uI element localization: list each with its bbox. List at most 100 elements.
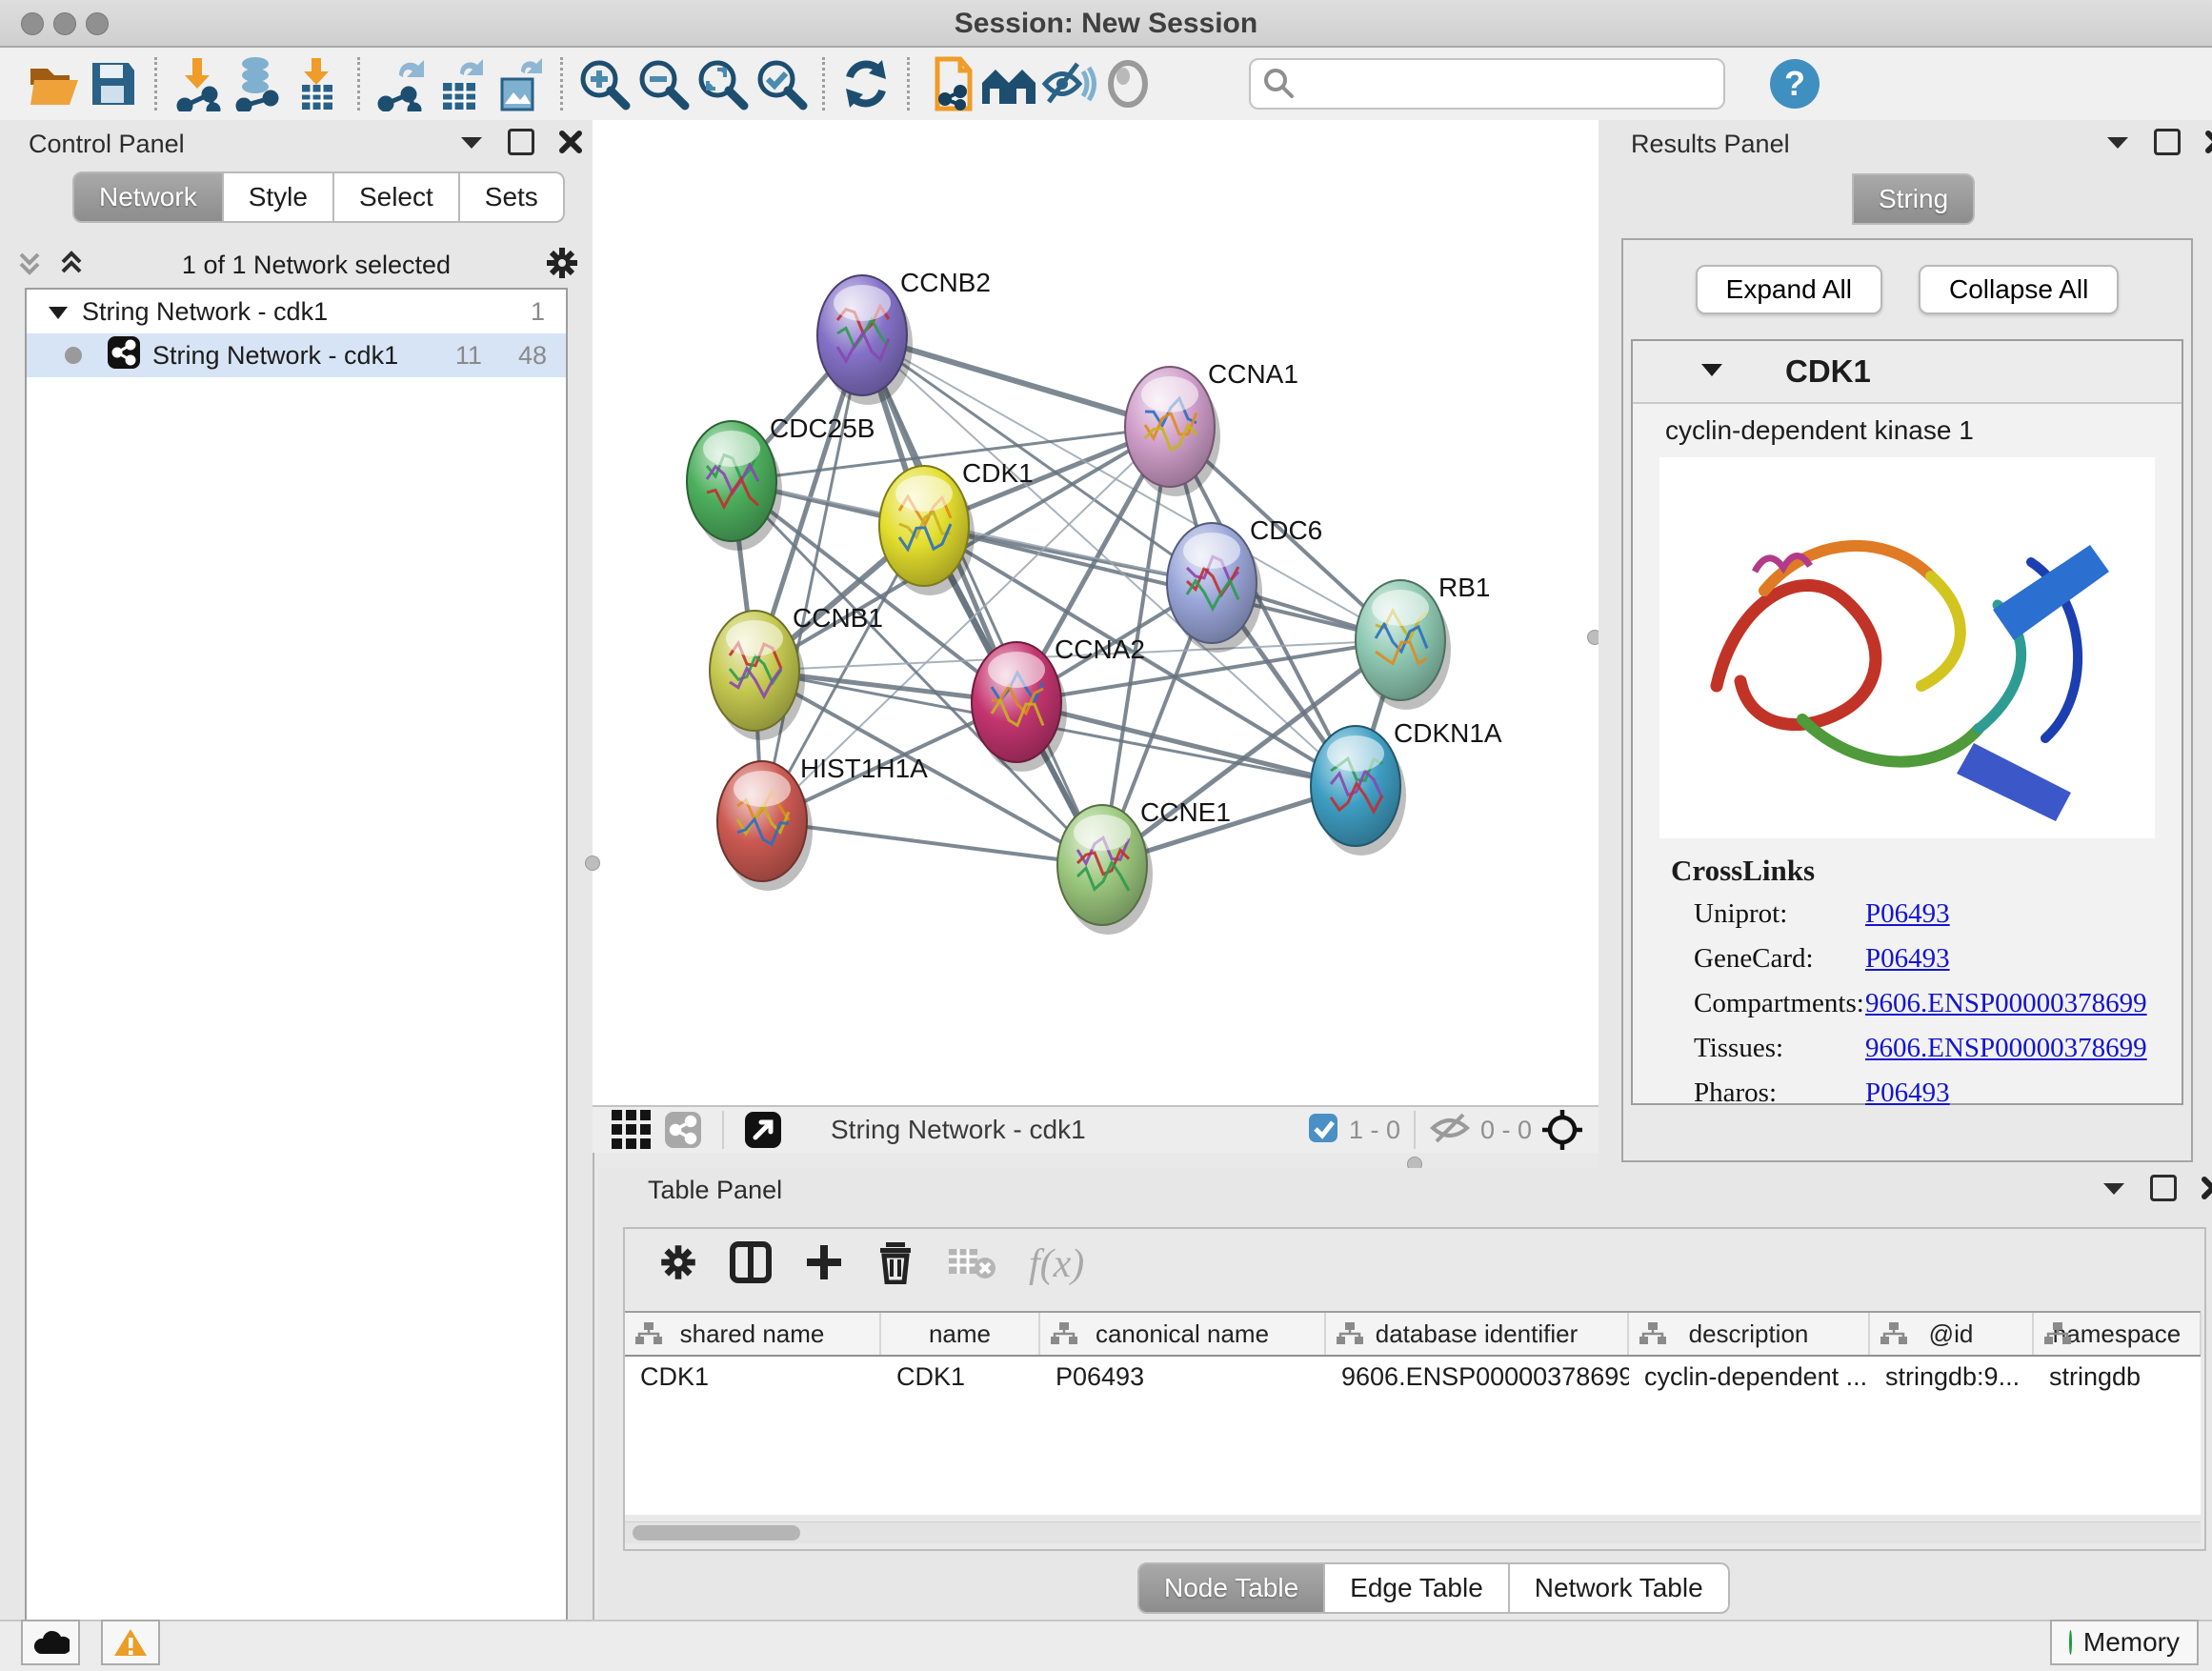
- table-cell[interactable]: stringdb:9...: [1870, 1357, 2034, 1397]
- network-edge[interactable]: [762, 821, 1102, 865]
- table-cell[interactable]: P06493: [1040, 1357, 1326, 1397]
- tab-network-table[interactable]: Network Table: [1510, 1562, 1730, 1614]
- selected-checkbox-icon[interactable]: [1307, 1112, 1339, 1149]
- tab-edge-table[interactable]: Edge Table: [1325, 1562, 1510, 1614]
- expand-all-networks-icon[interactable]: [55, 247, 88, 284]
- table-cell[interactable]: cyclin-dependent ...: [1629, 1357, 1870, 1397]
- table-cell[interactable]: 9606.ENSP00000378699: [1326, 1357, 1629, 1397]
- tab-sets[interactable]: Sets: [460, 171, 565, 223]
- network-share-icon[interactable]: [657, 1101, 709, 1158]
- show-graphics-icon[interactable]: [1098, 55, 1157, 112]
- column-header-namespace[interactable]: namespace: [2034, 1313, 2202, 1355]
- birds-eye-view-icon[interactable]: [1532, 1101, 1593, 1158]
- zoom-in-icon[interactable]: [574, 55, 633, 112]
- zoom-out-icon[interactable]: [633, 55, 693, 112]
- column-header--id[interactable]: @id: [1870, 1313, 2034, 1355]
- network-edge[interactable]: [762, 335, 862, 821]
- column-header-name[interactable]: name: [881, 1313, 1040, 1355]
- memory-button[interactable]: Memory: [2050, 1620, 2199, 1665]
- column-header-database-identifier[interactable]: database identifier: [1326, 1313, 1629, 1355]
- crosslink-link[interactable]: P06493: [1865, 1077, 1950, 1109]
- network-node-rb1[interactable]: RB1: [1356, 573, 1490, 710]
- float-table-panel-icon[interactable]: [2100, 1174, 2128, 1202]
- crosslink-link[interactable]: 9606.ENSP00000378699: [1865, 988, 2147, 1019]
- network-row[interactable]: String Network - cdk1 11 48: [27, 333, 566, 377]
- table-cell[interactable]: CDK1: [881, 1357, 1040, 1397]
- collapse-all-networks-icon[interactable]: [13, 247, 46, 284]
- table-horizontal-scrollbar[interactable]: [625, 1521, 2201, 1543]
- table-row[interactable]: CDK1CDK1P064939606.ENSP00000378699cyclin…: [625, 1357, 2201, 1397]
- search-input[interactable]: [1298, 69, 1702, 100]
- open-in-window-icon[interactable]: [737, 1101, 789, 1158]
- network-node-hist1h1a[interactable]: HIST1H1A: [717, 754, 928, 891]
- network-node-ccnb2[interactable]: CCNB2: [817, 268, 991, 405]
- column-header-shared-name[interactable]: shared name: [625, 1313, 881, 1355]
- search-field[interactable]: [1249, 58, 1725, 110]
- import-database-icon[interactable]: [228, 55, 287, 112]
- export-table-icon[interactable]: [431, 55, 490, 112]
- node-label-cdk1: CDK1: [962, 458, 1034, 488]
- network-edge[interactable]: [862, 335, 1102, 865]
- grid-view-icon[interactable]: [606, 1101, 657, 1158]
- function-builder-icon[interactable]: f(x): [1029, 1241, 1084, 1287]
- network-node-ccne1[interactable]: CCNE1: [1057, 797, 1231, 935]
- close-panel-icon[interactable]: [556, 128, 585, 156]
- collection-expand-icon[interactable]: [48, 297, 69, 327]
- import-table-icon[interactable]: [287, 55, 346, 112]
- expand-all-button[interactable]: Expand All: [1696, 265, 1882, 314]
- float-panel-icon[interactable]: [457, 128, 486, 156]
- maximize-table-panel-icon[interactable]: [2149, 1174, 2178, 1202]
- close-table-panel-icon[interactable]: [2199, 1174, 2212, 1202]
- table-cell[interactable]: CDK1: [625, 1357, 881, 1397]
- string-import-icon[interactable]: [921, 55, 980, 112]
- tab-string-results[interactable]: String: [1852, 173, 1975, 225]
- network-edge[interactable]: [924, 526, 1400, 640]
- export-image-icon[interactable]: [490, 55, 549, 112]
- network-node-cdc25b[interactable]: CDC25B: [687, 413, 875, 551]
- zoom-fit-icon[interactable]: [693, 55, 752, 112]
- tab-network[interactable]: Network: [72, 171, 224, 223]
- import-network-icon[interactable]: [169, 55, 228, 112]
- gene-expand-icon[interactable]: [1699, 361, 1724, 383]
- network-node-ccna1[interactable]: CCNA1: [1125, 359, 1298, 496]
- hidden-eye-icon[interactable]: [1429, 1111, 1471, 1150]
- network-node-cdkn1a[interactable]: CDKN1A: [1311, 718, 1502, 856]
- close-results-icon[interactable]: [2202, 128, 2212, 156]
- maximize-results-icon[interactable]: [2153, 128, 2182, 156]
- export-network-icon[interactable]: [372, 55, 431, 112]
- maximize-panel-icon[interactable]: [507, 128, 535, 156]
- scrollbar-thumb[interactable]: [633, 1525, 800, 1540]
- refresh-icon[interactable]: [836, 55, 895, 112]
- home-pair-icon[interactable]: [980, 55, 1039, 112]
- column-header-canonical-name[interactable]: canonical name: [1040, 1313, 1326, 1355]
- add-column-icon[interactable]: [804, 1242, 844, 1287]
- warnings-button[interactable]: [101, 1620, 160, 1665]
- open-session-icon[interactable]: [25, 55, 84, 112]
- crosslink-link[interactable]: 9606.ENSP00000378699: [1865, 1033, 2147, 1064]
- network-node-ccnb1[interactable]: CCNB1: [710, 603, 883, 740]
- table-cell[interactable]: stringdb: [2034, 1357, 2202, 1397]
- network-collection-row[interactable]: String Network - cdk1 1: [27, 290, 566, 333]
- network-canvas[interactable]: CCNB2CCNA1CDC25BCDK1CDC6RB1CCNB1CCNA2CDK…: [593, 120, 1599, 1105]
- float-results-icon[interactable]: [2103, 128, 2132, 156]
- table-settings-gear-icon[interactable]: [659, 1243, 697, 1286]
- zoom-selected-icon[interactable]: [752, 55, 811, 112]
- left-splitter-handle[interactable]: [585, 856, 600, 871]
- tab-style[interactable]: Style: [224, 171, 334, 223]
- crosslink-link[interactable]: P06493: [1865, 943, 1950, 975]
- save-session-icon[interactable]: [84, 55, 143, 112]
- help-icon[interactable]: ?: [1765, 55, 1824, 112]
- column-header-description[interactable]: description: [1629, 1313, 1870, 1355]
- show-columns-icon[interactable]: [730, 1241, 772, 1288]
- delete-table-icon[interactable]: [947, 1243, 996, 1286]
- tab-select[interactable]: Select: [334, 171, 460, 223]
- delete-column-icon[interactable]: [876, 1240, 915, 1289]
- crosslink-link[interactable]: P06493: [1865, 898, 1950, 930]
- tab-node-table[interactable]: Node Table: [1137, 1562, 1325, 1614]
- cloud-button[interactable]: [21, 1620, 80, 1665]
- network-node-cdc6[interactable]: CDC6: [1167, 515, 1322, 653]
- hide-graphics-icon[interactable]: [1039, 55, 1098, 112]
- network-options-gear-icon[interactable]: [545, 246, 579, 285]
- network-node-cdk1[interactable]: CDK1: [879, 458, 1034, 595]
- collapse-all-button[interactable]: Collapse All: [1919, 265, 2119, 314]
